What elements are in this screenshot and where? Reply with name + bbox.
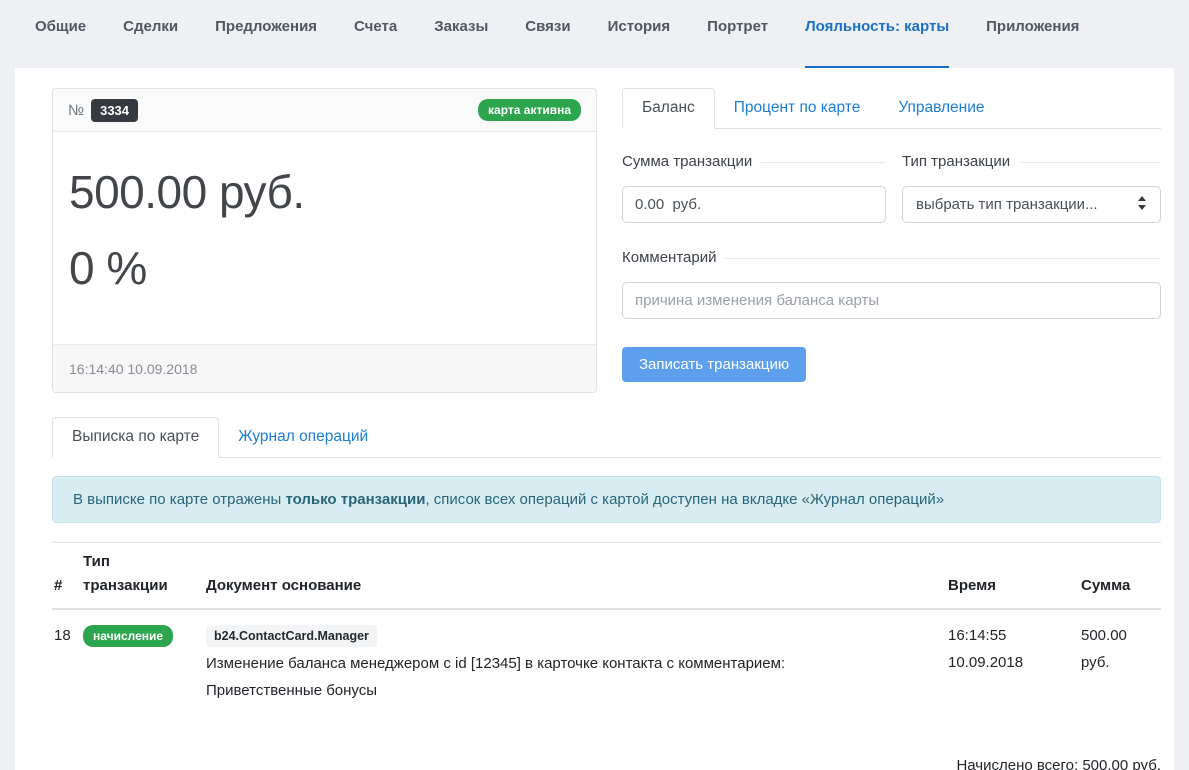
comment-input[interactable] [622,282,1161,319]
amount-field-group: Сумма транзакции [622,153,886,223]
transaction-type-select[interactable]: выбрать тип транзакции... [902,186,1161,223]
loyalty-card: № 3334 карта активна 500.00 руб. 0 % 16:… [52,88,597,393]
tab-history[interactable]: История [608,18,671,68]
transaction-type-selected-value: выбрать тип транзакции... [916,196,1137,213]
statement-info-alert: В выписке по карте отражены только транз… [52,476,1161,523]
statement-section: Выписка по карте Журнал операций В выпис… [52,417,1161,770]
loyalty-card-footer: 16:14:40 10.09.2018 [53,344,596,392]
alert-text-before: В выписке по карте отражены [73,491,285,508]
tx-doc-source-badge: b24.ContactCard.Manager [206,625,377,647]
tab-card-statement[interactable]: Выписка по карте [52,417,219,458]
card-timestamp: 16:14:40 10.09.2018 [69,361,197,377]
tab-general[interactable]: Общие [35,18,86,68]
tx-doc-cell: b24.ContactCard.Manager Изменение баланс… [200,609,942,714]
contact-tabs-bar: Общие Сделки Предложения Счета Заказы Св… [0,0,1189,68]
select-updown-icon [1137,195,1147,215]
transaction-form: Сумма транзакции Тип транзакции выбрать … [622,153,1161,382]
tab-deals[interactable]: Сделки [123,18,178,68]
tx-amount: 500.00 руб. [1075,609,1161,714]
card-percent-value: 0 % [69,230,580,306]
col-header-num: # [52,543,77,610]
table-row: 18 начисление b24.ContactCard.Manager Из… [52,609,1161,714]
table-header-row: # Тип транзакции Документ основание Врем… [52,543,1161,610]
tab-offers[interactable]: Предложения [215,18,317,68]
top-row: № 3334 карта активна 500.00 руб. 0 % 16:… [52,88,1161,393]
tx-time: 16:14:55 10.09.2018 [942,609,1075,714]
tab-management[interactable]: Управление [879,89,1003,128]
tx-num: 18 [52,609,77,714]
type-label: Тип транзакции [902,153,1010,170]
amount-label-row: Сумма транзакции [622,153,886,170]
tx-doc-description: Изменение баланса менеджером с id [12345… [206,650,856,704]
tab-connections[interactable]: Связи [525,18,570,68]
card-number-badge: 3334 [91,99,138,122]
submit-transaction-button[interactable]: Записать транзакцию [622,347,806,382]
amount-input[interactable] [622,186,886,223]
tab-balance[interactable]: Баланс [622,88,715,129]
tab-operations-log[interactable]: Журнал операций [219,418,387,457]
loyalty-card-body: 500.00 руб. 0 % [53,132,596,344]
balance-tabs: Баланс Процент по карте Управление [622,88,1161,129]
comment-field-group: Комментарий [622,249,1161,319]
type-label-row: Тип транзакции [902,153,1161,170]
card-number-label: № [68,102,84,119]
alert-text-bold: только транзакции [285,491,425,508]
card-balance-value: 500.00 руб. [69,154,580,230]
comment-label: Комментарий [622,249,716,266]
tx-type-badge: начисление [83,625,173,647]
col-header-amount: Сумма [1075,543,1161,610]
statement-totals: Начислено всего: 500.00 руб. Списано все… [52,752,1161,770]
type-field-group: Тип транзакции выбрать тип транзакции... [902,153,1161,223]
card-status-badge: карта активна [478,99,581,121]
total-accrued: Начислено всего: 500.00 руб. [52,752,1161,770]
tab-applications[interactable]: Приложения [986,18,1079,68]
form-row-amount-type: Сумма транзакции Тип транзакции выбрать … [622,153,1161,223]
label-rule [1019,162,1161,163]
col-header-type: Тип транзакции [77,543,200,610]
tab-orders[interactable]: Заказы [434,18,488,68]
tab-loyalty-cards[interactable]: Лояльность: карты [805,18,949,68]
tab-invoices[interactable]: Счета [354,18,397,68]
tab-portrait[interactable]: Портрет [707,18,768,68]
statement-tabs: Выписка по карте Журнал операций [52,417,1161,458]
comment-label-row: Комментарий [622,249,1161,266]
col-header-doc: Документ основание [200,543,942,610]
tab-card-percent[interactable]: Процент по карте [715,89,880,128]
loyalty-panel: № 3334 карта активна 500.00 руб. 0 % 16:… [15,68,1174,770]
label-rule [761,162,886,163]
amount-label: Сумма транзакции [622,153,752,170]
balance-panel: Баланс Процент по карте Управление Сумма… [622,88,1161,393]
col-header-time: Время [942,543,1075,610]
tx-type-cell: начисление [77,609,200,714]
loyalty-card-header: № 3334 карта активна [53,89,596,132]
label-rule [725,258,1161,259]
alert-text-after: , список всех операций с картой доступен… [425,491,944,508]
transactions-table: # Тип транзакции Документ основание Врем… [52,542,1161,714]
